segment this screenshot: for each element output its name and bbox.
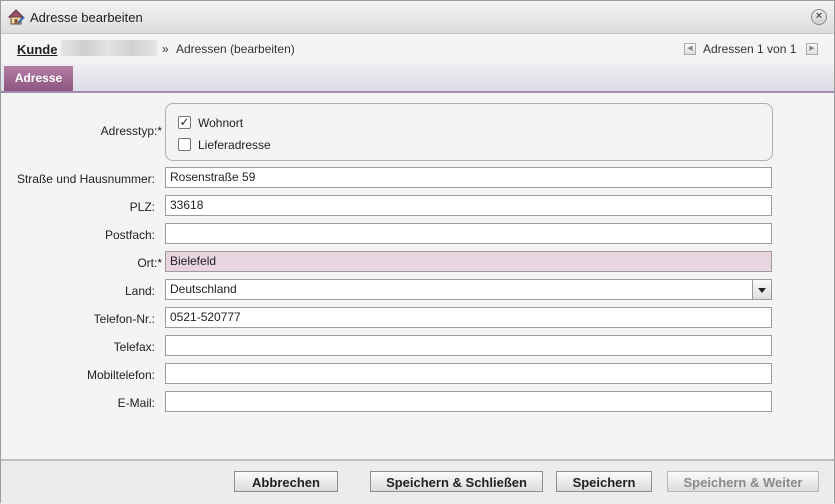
- street-label: Straße und Hausnummer:: [16, 172, 155, 186]
- tab-strip: Adresse: [1, 64, 834, 93]
- lieferadresse-label: Lieferadresse: [198, 138, 271, 152]
- pobox-label: Postfach:: [104, 228, 155, 242]
- breadcrumb-customer-link[interactable]: Kunde: [17, 42, 57, 57]
- breadcrumb: Kunde » Adressen (bearbeiten) ◀ Adressen…: [1, 34, 834, 64]
- country-select[interactable]: Deutschland: [165, 279, 772, 300]
- city-field[interactable]: Bielefeld: [165, 251, 772, 272]
- address-form: Adresstyp:* ✓ Wohnort Lieferadresse Stra…: [1, 93, 834, 459]
- house-edit-icon: [7, 9, 25, 25]
- breadcrumb-separator: »: [162, 42, 169, 56]
- address-type-label: Adresstyp:*: [100, 124, 162, 138]
- email-field[interactable]: [165, 391, 772, 412]
- next-record-button[interactable]: ▶: [806, 43, 818, 55]
- cancel-button[interactable]: Abbrechen: [234, 471, 338, 492]
- save-button[interactable]: Speichern: [556, 471, 652, 492]
- zip-field[interactable]: 33618: [165, 195, 772, 216]
- zip-label: PLZ:: [129, 200, 155, 214]
- redacted-customer-name: [61, 40, 157, 56]
- city-label: Ort:*: [137, 256, 162, 270]
- phone-label: Telefon-Nr.:: [93, 312, 155, 326]
- wohnort-label: Wohnort: [198, 116, 244, 130]
- window-title: Adresse bearbeiten: [30, 10, 143, 25]
- fax-label: Telefax:: [113, 340, 155, 354]
- country-label: Land:: [124, 284, 155, 298]
- country-selected-value: Deutschland: [170, 282, 237, 296]
- close-button[interactable]: ×: [811, 9, 827, 25]
- arrow-right-icon: ▶: [809, 45, 815, 52]
- chevron-down-icon[interactable]: [752, 280, 771, 299]
- save-next-button[interactable]: Speichern & Weiter: [667, 471, 819, 492]
- street-field[interactable]: Rosenstraße 59: [165, 167, 772, 188]
- close-icon: ×: [815, 10, 823, 22]
- pobox-field[interactable]: [165, 223, 772, 244]
- wohnort-checkbox[interactable]: ✓: [178, 116, 191, 129]
- mobile-label: Mobiltelefon:: [86, 368, 155, 382]
- breadcrumb-current: Adressen (bearbeiten): [176, 42, 295, 56]
- email-label: E-Mail:: [117, 396, 155, 410]
- lieferadresse-checkbox[interactable]: [178, 138, 191, 151]
- tab-adresse[interactable]: Adresse: [4, 66, 73, 91]
- save-close-button[interactable]: Speichern & Schließen: [370, 471, 543, 492]
- dialog-window: Adresse bearbeiten × Kunde » Adressen (b…: [0, 0, 835, 504]
- address-type-group: ✓ Wohnort Lieferadresse: [165, 103, 773, 161]
- arrow-left-icon: ◀: [687, 45, 693, 52]
- previous-record-button[interactable]: ◀: [684, 43, 696, 55]
- button-bar: Abbrechen Speichern & Schließen Speicher…: [1, 459, 834, 504]
- title-bar: Adresse bearbeiten ×: [1, 1, 834, 34]
- mobile-field[interactable]: [165, 363, 772, 384]
- phone-field[interactable]: 0521-520777: [165, 307, 772, 328]
- fax-field[interactable]: [165, 335, 772, 356]
- record-pager-text: Adressen 1 von 1: [703, 42, 797, 56]
